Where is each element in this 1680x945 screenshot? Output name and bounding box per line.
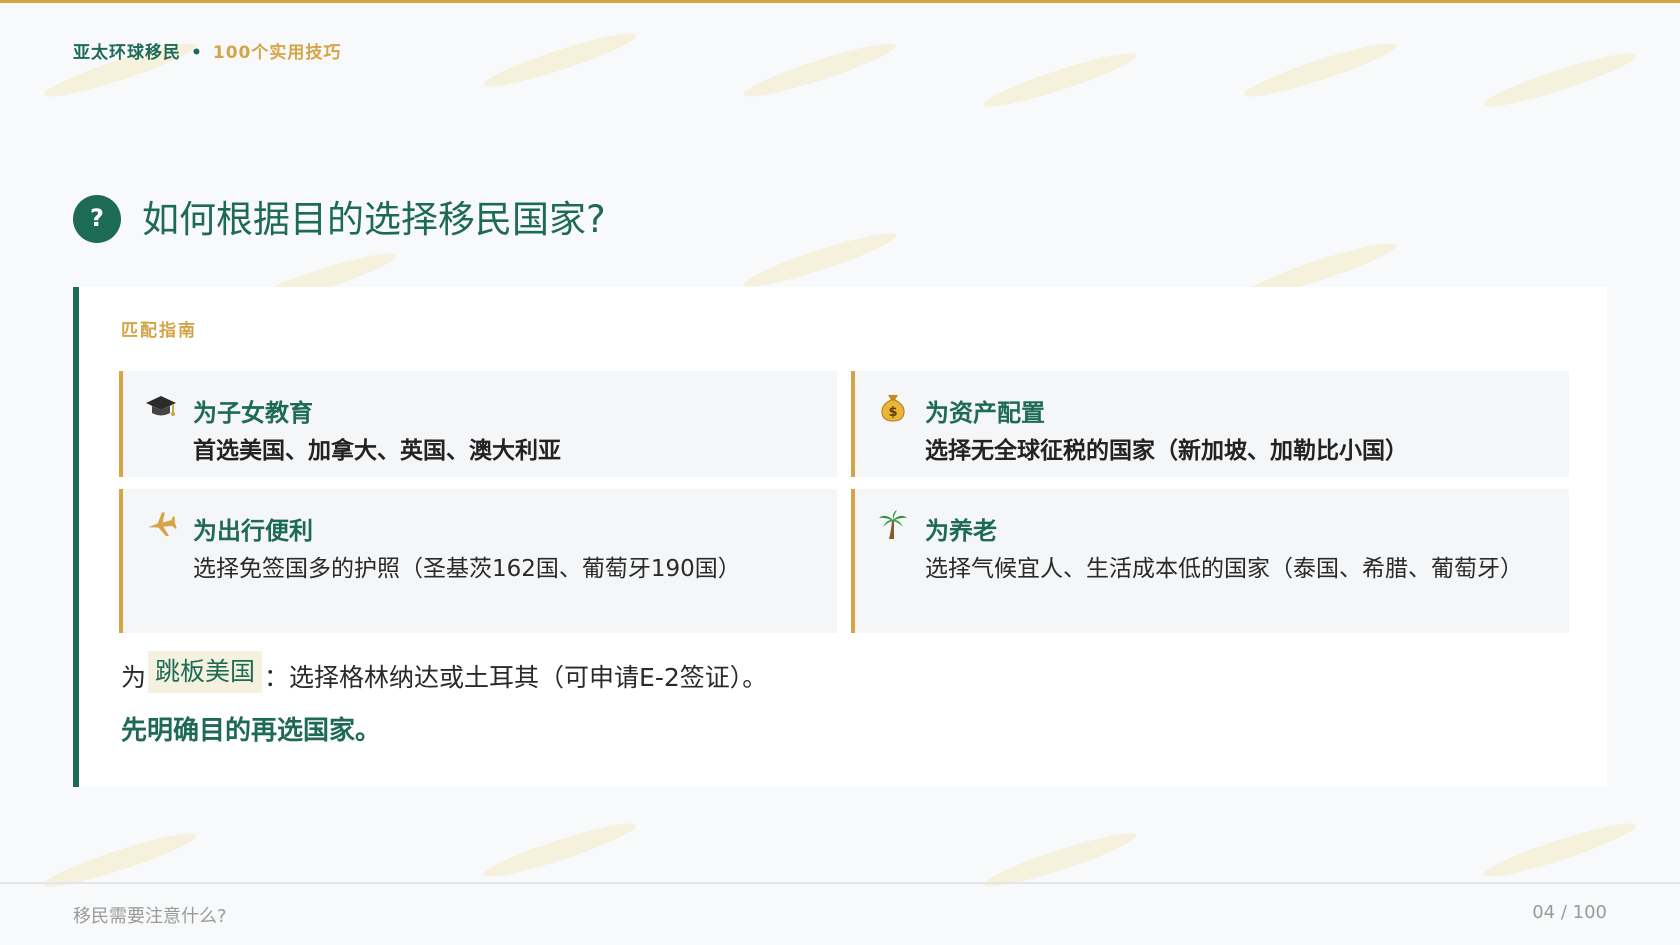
page-indicator: 04 / 100 [1532, 902, 1607, 923]
airplane-icon [148, 512, 177, 537]
series-name: 100个实用技巧 [212, 43, 342, 63]
graduation-cap-icon [146, 396, 176, 416]
top-accent-bar [0, 0, 1680, 3]
guide-card: 匹配指南 为子女教育 首选美国、加拿大、英国、澳大利亚 $ 为资产配置 选择无全… [73, 287, 1607, 787]
question-icon: ? [73, 195, 121, 243]
card-label: 匹配指南 [121, 321, 197, 341]
guide-item-retirement: 为养老 选择气候宜人、生活成本低的国家（泰国、希腊、葡萄牙） [851, 489, 1569, 633]
guide-item-body: 首选美国、加拿大、英国、澳大利亚 [193, 438, 561, 464]
guide-item-heading: 为养老 [925, 517, 997, 545]
brand-name: 亚太环球移民 [73, 43, 181, 63]
footer-section-title: 移民需要注意什么? [73, 906, 227, 927]
money-bag-icon: $ [881, 395, 905, 422]
palm-tree-icon [879, 510, 907, 539]
guide-item-travel: 为出行便利 选择免签国多的护照（圣基茨162国、葡萄牙190国） [119, 489, 837, 633]
brand-separator: • [191, 43, 203, 63]
springboard-suffix: ：选择格林纳达或土耳其（可申请E-2签证）。 [264, 663, 768, 692]
guide-item-assets: $ 为资产配置 选择无全球征税的国家（新加坡、加勒比小国） [851, 371, 1569, 477]
springboard-prefix: 为 [121, 663, 147, 692]
springboard-highlight: 跳板美国 [148, 651, 263, 693]
springboard-line: 为跳板美国 ：选择格林纳达或土耳其（可申请E-2签证）。 [121, 651, 768, 701]
guide-item-heading: 为出行便利 [193, 517, 313, 545]
guide-item-heading: 为资产配置 [925, 399, 1045, 427]
footer-divider [0, 882, 1680, 884]
guide-item-body: 选择气候宜人、生活成本低的国家（泰国、希腊、葡萄牙） [925, 556, 1523, 582]
svg-text:$: $ [888, 405, 897, 420]
page-title: 如何根据目的选择移民国家? [142, 198, 606, 241]
guide-item-body: 选择免签国多的护照（圣基茨162国、葡萄牙190国） [193, 556, 741, 582]
brand-header: 亚太环球移民 • 100个实用技巧 [73, 38, 341, 63]
guide-item-body: 选择无全球征税的国家（新加坡、加勒比小国） [925, 438, 1408, 464]
guide-item-heading: 为子女教育 [193, 399, 313, 427]
conclusion-text: 先明确目的再选国家。 [121, 716, 382, 746]
guide-item-education: 为子女教育 首选美国、加拿大、英国、澳大利亚 [119, 371, 837, 477]
